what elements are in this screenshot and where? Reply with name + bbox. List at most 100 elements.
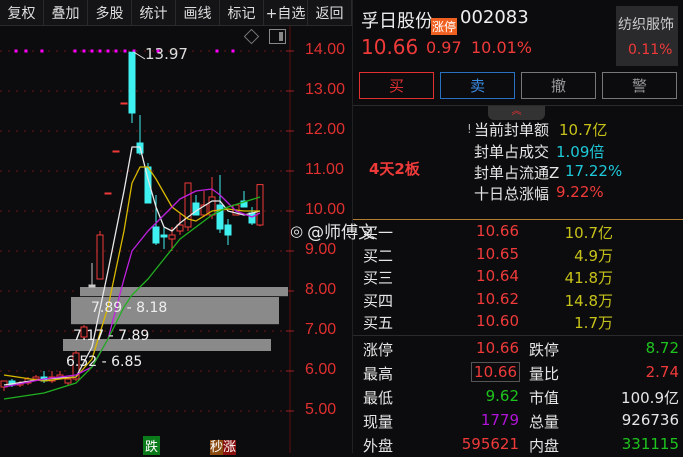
info-label: 十日总涨幅 (474, 185, 550, 203)
collapse-chevron-icon[interactable]: ︽ (488, 106, 545, 120)
watermark-text: @师傅文 (307, 223, 376, 243)
tb-mark-button[interactable]: 标记 (220, 0, 264, 25)
stat-label: 市值 (529, 389, 560, 407)
chart-toolbar: 复权 叠加 多股 统计 画线 标记 +自选 返回 (0, 0, 352, 26)
info-value: 9.22% (556, 183, 604, 201)
bid-volume: 41.8万 (564, 269, 613, 287)
stat-label: 量比 (529, 365, 560, 383)
bid-volume: 4.9万 (574, 246, 613, 265)
bid-price: 10.64 (476, 267, 519, 285)
limit-up-badge: 涨停 (431, 18, 458, 35)
candle-up (104, 192, 112, 195)
tb-fuquan-button[interactable]: 复权 (0, 0, 44, 25)
bid-price: 10.60 (476, 312, 519, 330)
bid-volume: 10.7亿 (564, 224, 613, 242)
zone-label: 6.52 - 6.85 (66, 354, 143, 370)
bid-row[interactable]: 买四 10.62 14.8万 (363, 290, 679, 312)
cancel-order-button[interactable]: 撤 (521, 72, 596, 99)
info-icon[interactable]: ! (467, 122, 472, 136)
candle-up (168, 234, 176, 240)
limit-marker-dot (98, 49, 102, 53)
buy-button[interactable]: 买 (359, 72, 434, 99)
stat-label: 涨停 (363, 341, 394, 359)
stat-value: 926736 (621, 411, 679, 429)
info-value: 17.22% (565, 162, 623, 180)
bid-label: 买四 (363, 291, 394, 310)
sell-button[interactable]: 卖 (440, 72, 515, 99)
tb-draw-button[interactable]: 画线 (176, 0, 220, 25)
sector-pct: 0.11% (628, 42, 673, 58)
candle-up (64, 378, 72, 384)
info-label: 封单占成交 (474, 143, 550, 161)
candle-down (216, 204, 224, 230)
limit-marker-dot (215, 49, 219, 53)
limit-marker-dot (231, 49, 235, 53)
tb-add-watchlist-button[interactable]: +自选 (264, 0, 308, 25)
axis-tick-label: 8.00 (305, 281, 337, 298)
fast-up-tag: 秒涨 (210, 436, 237, 455)
bid-label: 买三 (363, 269, 394, 287)
stat-value: 100.9亿 (621, 389, 679, 407)
stat-label: 现量 (363, 413, 394, 431)
sector-name: 纺织服饰 (618, 17, 674, 33)
candle-down (160, 234, 168, 238)
peak-price-label: 13.97 (145, 45, 188, 63)
stat-row: 现量 1779 总量 926736 (363, 411, 679, 433)
limit-marker-dot (90, 49, 94, 53)
stat-value: 2.74 (645, 363, 679, 381)
candle-down (224, 224, 232, 236)
stat-value: 8.72 (645, 339, 679, 357)
bid-row[interactable]: 买三 10.64 41.8万 (363, 267, 679, 289)
bid-row[interactable]: 买一 10.66 10.7亿 (363, 222, 679, 244)
panel-toggle-icon[interactable] (269, 29, 286, 44)
info-row: 当前封单额 10.7亿 (474, 119, 683, 141)
zone-label: 7.89 - 8.18 (91, 300, 168, 316)
bid-row[interactable]: 买二 10.65 4.9万 (363, 245, 679, 267)
stat-value: 1779 (480, 411, 519, 429)
info-value: 10.7亿 (559, 121, 608, 139)
candle-up (256, 184, 264, 226)
tb-overlay-button[interactable]: 叠加 (44, 0, 88, 25)
bid-price: 10.66 (476, 222, 519, 240)
stock-name: 孚日股份 (361, 11, 433, 32)
info-row: 十日总涨幅 9.22% (474, 183, 683, 205)
limit-marker-dot (106, 49, 110, 53)
axis-tick-label: 6.00 (305, 361, 337, 378)
stat-row: 涨停 10.66 跌停 8.72 (363, 339, 679, 361)
divider (353, 335, 683, 336)
stat-value: 331115 (621, 435, 679, 453)
axis-tick-label: 14.00 (305, 41, 346, 58)
bid-row[interactable]: 买五 10.60 1.7万 (363, 312, 679, 334)
candle-up (120, 102, 128, 105)
tb-stats-button[interactable]: 统计 (132, 0, 176, 25)
candle-down (128, 51, 136, 114)
stock-code: 002083 (460, 7, 529, 28)
pct-change: 10.01% (471, 38, 533, 57)
axis-tick-label: 13.00 (305, 81, 346, 98)
stat-label: 最高 (363, 365, 394, 383)
tb-back-button[interactable]: 返回 (308, 0, 352, 25)
stat-label: 总量 (529, 413, 560, 431)
info-value: 1.09倍 (556, 143, 605, 161)
info-row: 封单占流通Z 17.22% (474, 162, 683, 184)
candle-up (112, 150, 120, 153)
limit-marker-dot (14, 49, 18, 53)
limit-marker-dot (40, 49, 44, 53)
alert-button[interactable]: 警 (602, 72, 677, 99)
stat-value: 9.62 (485, 387, 519, 405)
down-tag: 跌 (143, 436, 161, 455)
quote-panel: 孚日股份 涨停 002083 10.66 0.97 10.01% 纺织服饰 0.… (352, 0, 683, 455)
bid-label: 买二 (363, 246, 394, 265)
axis-tick-label: 10.00 (305, 201, 346, 218)
stat-value: 10.66 (471, 362, 520, 382)
zone-label: 7.17 - 7.89 (73, 328, 150, 344)
candle-down (152, 226, 160, 244)
limit-marker-dot (123, 49, 127, 53)
sector-card[interactable]: 纺织服饰 0.11% (616, 6, 678, 66)
bid-volume: 1.7万 (574, 314, 613, 332)
info-row: 封单占成交 1.09倍 (474, 141, 683, 163)
price-change: 0.97 (426, 38, 462, 57)
axis-tick-label: 11.00 (305, 161, 344, 178)
stat-value: 595621 (461, 435, 519, 453)
tb-multi-stock-button[interactable]: 多股 (88, 0, 132, 25)
